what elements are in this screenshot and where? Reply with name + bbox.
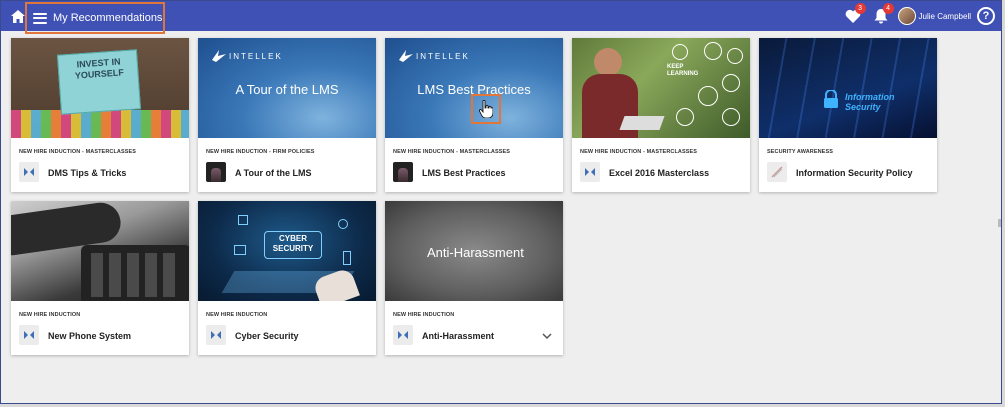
chevron-down-icon[interactable] xyxy=(541,330,553,342)
bird-logo-icon xyxy=(399,50,413,62)
card-category: NEW HIRE INDUCTION xyxy=(206,312,268,318)
course-card[interactable]: CYBER SECURITY NEW HIRE INDUCTION Cyber … xyxy=(198,201,376,355)
video-icon xyxy=(206,162,226,182)
card-thumbnail: INTELLEK A Tour of the LMS xyxy=(198,38,376,138)
notifications-button[interactable]: 4 xyxy=(870,3,894,27)
course-card[interactable]: INTELLEK A Tour of the LMS NEW HIRE INDU… xyxy=(198,38,376,192)
lock-icon xyxy=(824,90,838,108)
thumbnail-caption: Anti-Harassment xyxy=(427,245,524,260)
card-category: NEW HIRE INDUCTION - MASTERCLASSES xyxy=(19,149,137,155)
card-title: LMS Best Practices xyxy=(422,168,506,178)
user-menu[interactable]: Julie Campbell xyxy=(897,7,971,25)
avatar xyxy=(897,7,916,25)
top-bar: My Recommendations 3 4 Julie Campbell ? xyxy=(1,1,1001,34)
brand-name: INTELLEK xyxy=(416,51,470,61)
brand-name: INTELLEK xyxy=(229,51,283,61)
course-icon xyxy=(206,325,226,345)
help-button[interactable]: ? xyxy=(977,7,995,25)
user-name: Julie Campbell xyxy=(918,11,971,21)
video-icon xyxy=(393,162,413,182)
thumbnail-caption: Information Security xyxy=(845,92,895,112)
card-thumbnail: Anti-Harassment xyxy=(385,201,563,301)
card-title: New Phone System xyxy=(48,331,132,341)
course-icon xyxy=(393,325,413,345)
course-icon xyxy=(580,162,600,182)
page-title: My Recommendations xyxy=(53,12,163,24)
thumbnail-caption: CYBER SECURITY xyxy=(272,234,314,253)
hand-cursor-icon xyxy=(479,100,493,118)
course-icon xyxy=(19,162,39,182)
bird-logo-icon xyxy=(212,50,226,62)
card-thumbnail: INVEST IN YOURSELF xyxy=(11,38,189,138)
course-card[interactable]: NEW HIRE INDUCTION New Phone System xyxy=(11,201,189,355)
course-card[interactable]: INVEST IN YOURSELF NEW HIRE INDUCTION - … xyxy=(11,38,189,192)
hamburger-icon xyxy=(33,12,47,24)
card-category: NEW HIRE INDUCTION xyxy=(19,312,81,318)
card-category: NEW HIRE INDUCTION - FIRM POLICIES xyxy=(206,149,315,155)
course-card[interactable]: Anti-Harassment NEW HIRE INDUCTION Anti-… xyxy=(385,201,563,355)
card-title: Cyber Security xyxy=(235,331,299,341)
cursor-highlight xyxy=(471,94,501,124)
card-thumbnail: Information Security xyxy=(759,38,937,138)
thumbnail-caption: KEEP LEARNING xyxy=(667,64,699,77)
card-title: Anti-Harassment xyxy=(422,331,495,341)
thumbnail-caption: A Tour of the LMS xyxy=(235,82,339,97)
course-card[interactable]: KEEP LEARNING NEW HIRE INDUCTION - MASTE… xyxy=(572,38,750,192)
favorites-button[interactable]: 3 xyxy=(842,3,866,27)
menu-title-button[interactable]: My Recommendations xyxy=(25,2,165,34)
course-card[interactable]: Information Security SECURITY AWARENESS … xyxy=(759,38,937,192)
scrollbar-handle[interactable] xyxy=(998,219,1001,227)
course-card[interactable]: INTELLEK LMS Best Practices NEW HIRE IND… xyxy=(385,38,563,192)
favorites-badge: 3 xyxy=(854,3,866,14)
document-icon xyxy=(767,162,787,182)
card-title: DMS Tips & Tricks xyxy=(48,168,127,178)
card-thumbnail: CYBER SECURITY xyxy=(198,201,376,301)
card-title: Excel 2016 Masterclass xyxy=(609,168,710,178)
card-category: NEW HIRE INDUCTION - MASTERCLASSES xyxy=(580,149,698,155)
card-thumbnail: KEEP LEARNING xyxy=(572,38,750,138)
notifications-badge: 4 xyxy=(882,3,894,14)
card-category: NEW HIRE INDUCTION - MASTERCLASSES xyxy=(393,149,511,155)
course-icon xyxy=(19,325,39,345)
card-thumbnail: INTELLEK LMS Best Practices xyxy=(385,38,563,138)
app-window: My Recommendations 3 4 Julie Campbell ? … xyxy=(0,0,1002,404)
card-category: SECURITY AWARENESS xyxy=(767,149,833,155)
card-thumbnail xyxy=(11,201,189,301)
card-title: Information Security Policy xyxy=(796,168,913,178)
home-icon xyxy=(11,9,25,23)
intellek-logo: INTELLEK xyxy=(212,50,283,62)
card-title: A Tour of the LMS xyxy=(235,168,312,178)
intellek-logo: INTELLEK xyxy=(399,50,470,62)
card-category: NEW HIRE INDUCTION xyxy=(393,312,455,318)
